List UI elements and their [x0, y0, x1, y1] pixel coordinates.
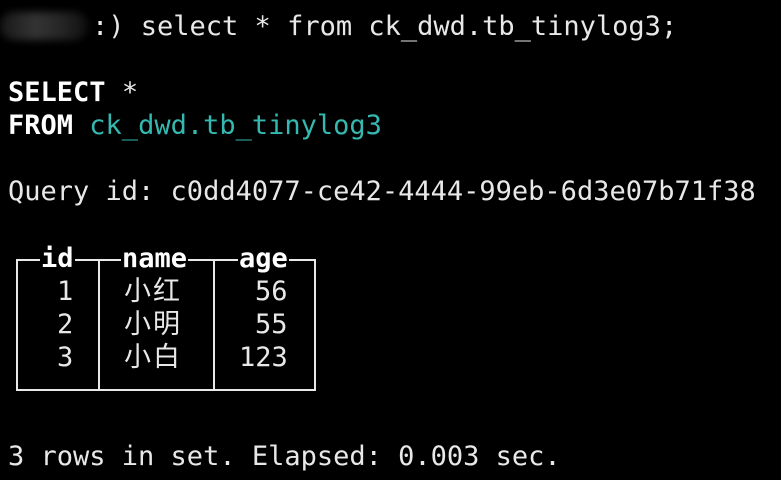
- cell-id: 2: [57, 309, 74, 340]
- summary-line: 3 rows in set. Elapsed: 0.003 sec.: [8, 441, 561, 472]
- select-star: *: [121, 77, 139, 108]
- result-table: id name age 1 小红 56 2 小明 55 3 小白 123: [16, 243, 316, 391]
- cell-id: 1: [57, 276, 74, 307]
- query-id-line: Query id: c0dd4077-ce42-4444-99eb-6d3e07…: [8, 176, 756, 207]
- column-divider-2: [213, 259, 215, 391]
- cell-age: 55: [255, 309, 288, 340]
- blurred-hostname: [0, 12, 88, 40]
- column-divider-1: [98, 259, 100, 391]
- table-name: ck_dwd.tb_tinylog3: [89, 110, 382, 141]
- from-keyword: FROM: [8, 110, 74, 141]
- column-header-name: name: [121, 243, 189, 274]
- prompt-command: :) select * from ck_dwd.tb_tinylog3;: [92, 11, 678, 42]
- cell-name: 小白: [124, 342, 182, 373]
- formatted-from-line: FROM ck_dwd.tb_tinylog3: [8, 109, 382, 142]
- cell-id: 3: [57, 342, 74, 373]
- cell-age: 56: [255, 276, 288, 307]
- column-header-age: age: [238, 243, 289, 274]
- column-header-id: id: [40, 243, 75, 274]
- formatted-select-line: SELECT *: [8, 76, 138, 109]
- cell-name: 小红: [124, 276, 182, 307]
- cell-age: 123: [239, 342, 288, 373]
- cell-name: 小明: [124, 309, 182, 340]
- select-keyword: SELECT: [8, 77, 106, 108]
